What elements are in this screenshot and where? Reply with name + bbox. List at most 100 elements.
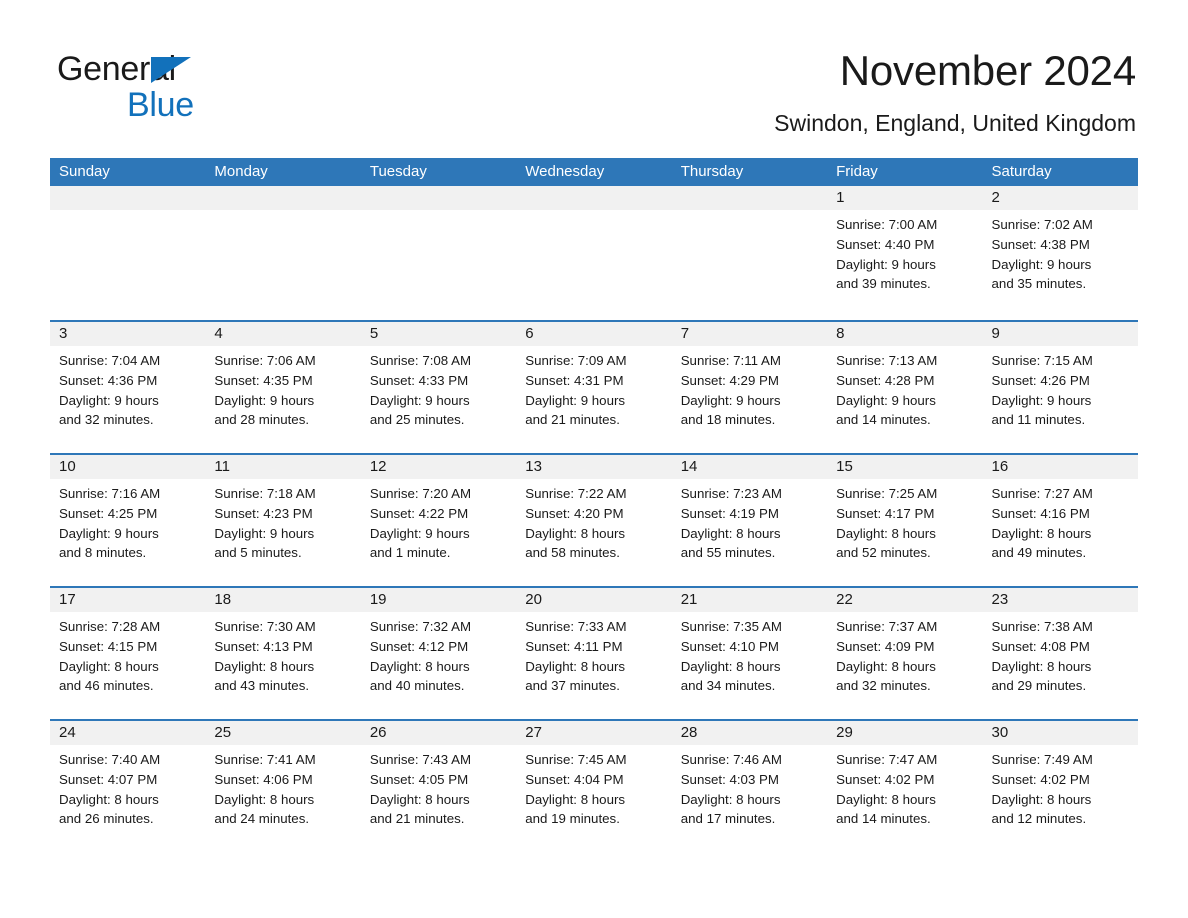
day-info-line: and 1 minute. (369, 545, 451, 561)
day-info-line: Sunrise: 7:00 AM (836, 217, 938, 232)
day-cell-25[interactable]: 25 Sunrise: 7:41 AM Sunset: 4:06 PM Dayligh… (205, 721, 361, 852)
day-number-band: 1 (827, 186, 983, 210)
day-cell-10[interactable]: 10 Sunrise: 7:16 AM Sunset: 4:25 PM Dayligh… (50, 455, 206, 586)
weekday-header-monday: Monday (214, 163, 268, 180)
day-cell-24[interactable]: 24 Sunrise: 7:40 AM Sunset: 4:07 PM Dayligh… (50, 721, 206, 852)
day-info-line: Daylight: 9 hours (214, 525, 315, 541)
day-number-band: 18 (205, 588, 361, 612)
day-info-line: Sunset: 4:40 PM (836, 236, 935, 252)
weekday-header-tuesday: Tuesday (369, 163, 427, 180)
title-block: November 2024 Swindon, England, United K… (774, 46, 1136, 138)
day-sun-info: Sunrise: 7:13 AM Sunset: 4:28 PM Daylight:… (827, 346, 982, 430)
day-info-line: and 26 minutes. (59, 811, 154, 827)
day-info-line: Daylight: 9 hours (991, 256, 1092, 272)
day-cell-5[interactable]: 5 Sunrise: 7:08 AM Sunset: 4:33 PM Daylight… (360, 322, 517, 453)
day-sun-info (205, 210, 360, 215)
day-sun-info: Sunrise: 7:47 AM Sunset: 4:02 PM Daylight:… (827, 745, 982, 829)
calendar-week-row: 17 Sunrise: 7:28 AM Sunset: 4:15 PM Dayligh… (50, 586, 1138, 719)
day-cell-17[interactable]: 17 Sunrise: 7:28 AM Sunset: 4:15 PM Dayligh… (50, 588, 206, 719)
day-info-line: Sunset: 4:29 PM (680, 372, 779, 388)
day-number-band: 30 (982, 721, 1138, 745)
weekday-header-wednesday: Wednesday (525, 163, 605, 180)
day-cell-3[interactable]: 3 Sunrise: 7:04 AM Sunset: 4:36 PM Daylight… (50, 322, 206, 453)
day-cell-2[interactable]: 2 Sunrise: 7:02 AM Sunset: 4:38 PM Daylight… (982, 186, 1138, 320)
day-info-line: Sunrise: 7:28 AM (59, 619, 161, 634)
day-info-line: Daylight: 9 hours (991, 392, 1092, 408)
day-info-line: Daylight: 9 hours (369, 392, 470, 408)
day-cell-9[interactable]: 9 Sunrise: 7:15 AM Sunset: 4:26 PM Daylight… (982, 322, 1138, 453)
day-cell-26[interactable]: 26 Sunrise: 7:43 AM Sunset: 4:05 PM Dayligh… (360, 721, 517, 852)
day-number-band: 15 (827, 455, 983, 479)
day-info-line: Sunset: 4:10 PM (680, 638, 779, 654)
day-info-line: Sunset: 4:35 PM (214, 372, 313, 388)
day-cell-21[interactable]: 21 Sunrise: 7:35 AM Sunset: 4:10 PM Dayligh… (671, 588, 828, 719)
day-cell-14[interactable]: 14 Sunrise: 7:23 AM Sunset: 4:19 PM Dayligh… (671, 455, 828, 586)
day-info-line: Sunrise: 7:37 AM (836, 619, 938, 634)
day-cell-19[interactable]: 19 Sunrise: 7:32 AM Sunset: 4:12 PM Dayligh… (360, 588, 517, 719)
calendar-grid: Sunday Monday Tuesday Wednesday Thursday Frid… (50, 158, 1138, 852)
day-sun-info (50, 210, 205, 215)
day-info-line: Daylight: 8 hours (59, 791, 159, 807)
day-cell-8[interactable]: 8 Sunrise: 7:13 AM Sunset: 4:28 PM Daylight… (827, 322, 983, 453)
day-cell-27[interactable]: 27 Sunrise: 7:45 AM Sunset: 4:04 PM Dayligh… (516, 721, 672, 852)
day-info-line: and 21 minutes. (369, 811, 465, 827)
day-cell-22[interactable]: 22 Sunrise: 7:37 AM Sunset: 4:09 PM Dayligh… (827, 588, 983, 719)
day-info-line: Daylight: 8 hours (680, 791, 781, 807)
day-info-line: and 46 minutes. (59, 678, 154, 694)
day-cell-20[interactable]: 20 Sunrise: 7:33 AM Sunset: 4:11 PM Dayligh… (516, 588, 672, 719)
day-cell-15[interactable]: 15 Sunrise: 7:25 AM Sunset: 4:17 PM Dayligh… (827, 455, 983, 586)
day-info-line: Daylight: 8 hours (59, 658, 159, 674)
day-number-band: 26 (360, 721, 517, 745)
day-cell-23[interactable]: 23 Sunrise: 7:38 AM Sunset: 4:08 PM Dayligh… (982, 588, 1138, 719)
day-number-band: 3 (50, 322, 206, 346)
day-sun-info: Sunrise: 7:30 AM Sunset: 4:13 PM Daylight:… (205, 612, 360, 696)
day-sun-info: Sunrise: 7:35 AM Sunset: 4:10 PM Daylight:… (672, 612, 827, 696)
day-cell-12[interactable]: 12 Sunrise: 7:20 AM Sunset: 4:22 PM Dayligh… (360, 455, 517, 586)
day-number: 13 (525, 458, 542, 475)
day-number: 26 (369, 724, 387, 741)
day-info-line: Daylight: 9 hours (680, 392, 781, 408)
day-cell-16[interactable]: 16 Sunrise: 7:27 AM Sunset: 4:16 PM Dayligh… (982, 455, 1138, 586)
day-cell-11[interactable]: 11 Sunrise: 7:18 AM Sunset: 4:23 PM Dayligh… (205, 455, 361, 586)
day-cell-6[interactable]: 6 Sunrise: 7:09 AM Sunset: 4:31 PM Daylight… (516, 322, 672, 453)
day-info-line: Sunrise: 7:06 AM (214, 353, 316, 368)
day-cell-18[interactable]: 18 Sunrise: 7:30 AM Sunset: 4:13 PM Dayligh… (205, 588, 361, 719)
day-info-line: and 49 minutes. (991, 545, 1087, 561)
weekday-header-friday: Friday (836, 163, 878, 180)
weekday-header-saturday: Saturday (991, 163, 1052, 180)
day-info-line: Sunset: 4:36 PM (59, 372, 158, 388)
day-info-line: and 12 minutes. (991, 811, 1087, 827)
day-sun-info: Sunrise: 7:18 AM Sunset: 4:23 PM Daylight:… (205, 479, 360, 563)
day-cell-1[interactable]: 1 Sunrise: 7:00 AM Sunset: 4:40 PM Daylight… (827, 186, 983, 320)
day-info-line: Sunset: 4:11 PM (525, 638, 623, 654)
page-title: November 2024 (839, 47, 1136, 94)
day-info-line: Sunrise: 7:11 AM (680, 353, 781, 368)
day-cell-30[interactable]: 30 Sunrise: 7:49 AM Sunset: 4:02 PM Dayligh… (982, 721, 1138, 852)
day-cell-7[interactable]: 7 Sunrise: 7:11 AM Sunset: 4:29 PM Daylight… (671, 322, 828, 453)
day-info-line: Daylight: 9 hours (369, 525, 470, 541)
day-cell-28[interactable]: 28 Sunrise: 7:46 AM Sunset: 4:03 PM Dayligh… (671, 721, 828, 852)
day-info-line: Daylight: 8 hours (836, 658, 936, 674)
day-info-line: Sunset: 4:13 PM (214, 638, 313, 654)
day-info-line: Sunset: 4:08 PM (991, 638, 1090, 654)
day-info-line: Sunset: 4:06 PM (214, 771, 313, 787)
day-info-line: Sunrise: 7:25 AM (836, 486, 938, 501)
calendar-week-row: 3 Sunrise: 7:04 AM Sunset: 4:36 PM Daylight… (50, 320, 1138, 453)
day-cell-13[interactable]: 13 Sunrise: 7:22 AM Sunset: 4:20 PM Dayligh… (516, 455, 672, 586)
day-info-line: and 28 minutes. (214, 412, 310, 428)
day-sun-info: Sunrise: 7:11 AM Sunset: 4:29 PM Daylight:… (672, 346, 827, 430)
day-number-band: 5 (360, 322, 517, 346)
day-sun-info: Sunrise: 7:43 AM Sunset: 4:05 PM Daylight:… (361, 745, 516, 829)
day-number-band: 20 (516, 588, 672, 612)
day-number-band (516, 186, 672, 210)
day-sun-info: Sunrise: 7:22 AM Sunset: 4:20 PM Daylight:… (516, 479, 671, 563)
calendar-week-row: 10 Sunrise: 7:16 AM Sunset: 4:25 PM Dayligh… (50, 453, 1138, 586)
day-info-line: Daylight: 8 hours (214, 791, 315, 807)
day-number: 21 (680, 591, 698, 608)
day-info-line: Daylight: 9 hours (59, 392, 159, 408)
day-sun-info (361, 210, 516, 215)
day-cell-4[interactable]: 4 Sunrise: 7:06 AM Sunset: 4:35 PM Daylight… (205, 322, 361, 453)
day-info-line: Sunset: 4:19 PM (680, 505, 779, 521)
day-info-line: and 40 minutes. (369, 678, 465, 694)
day-cell-29[interactable]: 29 Sunrise: 7:47 AM Sunset: 4:02 PM Dayligh… (827, 721, 983, 852)
